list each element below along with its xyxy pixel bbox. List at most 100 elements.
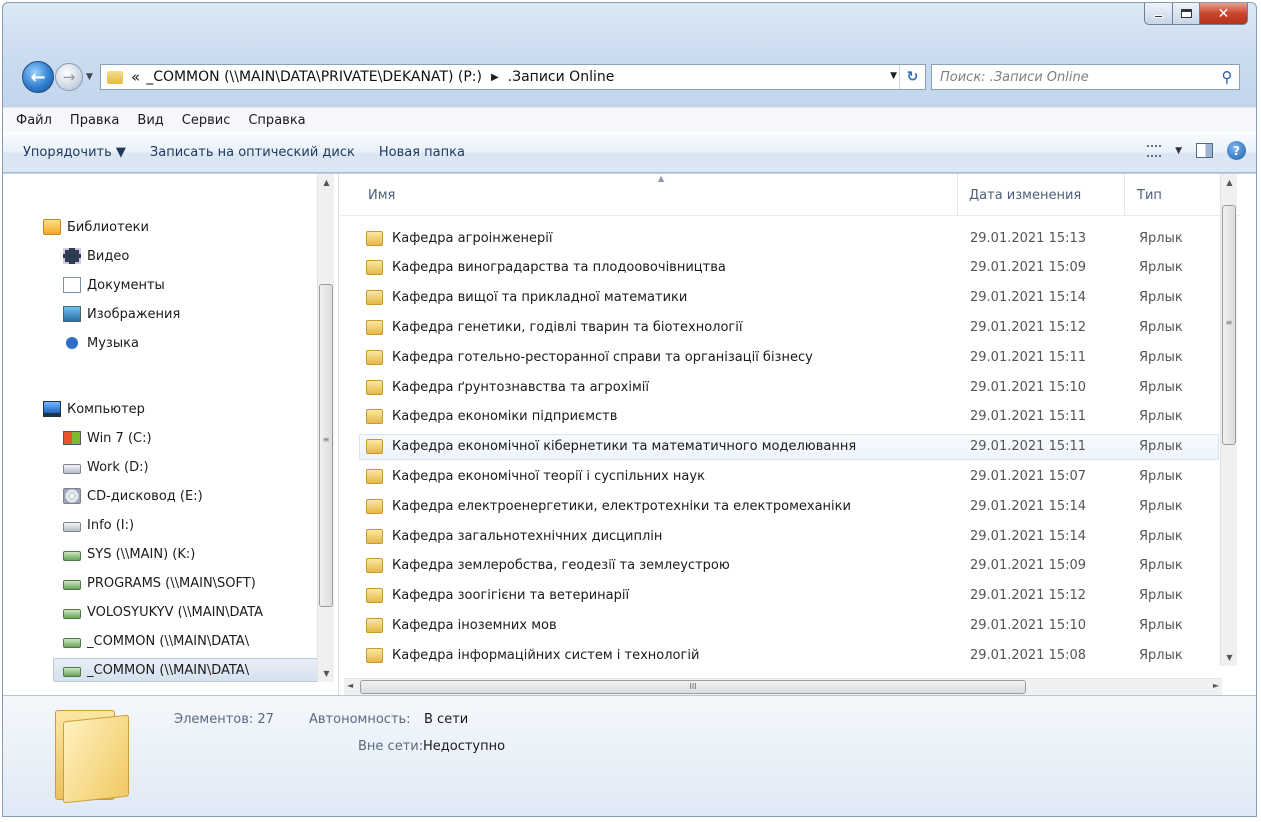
- column-header-name[interactable]: Имя: [368, 188, 395, 203]
- sidebar-item-documents[interactable]: Документы: [63, 273, 165, 297]
- sidebar-drive-k[interactable]: SYS (\\MAIN) (K:): [63, 542, 195, 566]
- file-name: Кафедра генетики, годівлі тварин та біот…: [392, 319, 743, 335]
- network-drive-icon: [63, 609, 81, 619]
- search-icon[interactable]: ⚲: [1215, 68, 1239, 86]
- folder-preview-icon: [49, 710, 135, 804]
- organize-button[interactable]: Упорядочить ▼: [11, 145, 138, 160]
- scroll-left-icon[interactable]: ◄: [347, 681, 353, 690]
- new-folder-button[interactable]: Новая папка: [367, 145, 477, 160]
- file-date: 29.01.2021 15:14: [970, 290, 1087, 306]
- burn-to-disc-button[interactable]: Записать на оптический диск: [138, 145, 367, 160]
- address-bar[interactable]: « _COMMON (\\MAIN\DATA\PRIVATE\DEKANAT) …: [100, 64, 926, 90]
- sidebar-drive-i[interactable]: Info (I:): [63, 513, 134, 537]
- recent-pages-dropdown[interactable]: ▼: [86, 72, 93, 82]
- cd-drive-icon: [63, 488, 81, 504]
- close-button[interactable]: ✕: [1200, 3, 1248, 25]
- file-row[interactable]: Кафедра генетики, годівлі тварин та біот…: [360, 314, 1220, 340]
- sidebar-drive-c[interactable]: Win 7 (C:): [63, 426, 152, 450]
- scroll-up-icon[interactable]: ▲: [1221, 178, 1238, 187]
- documents-icon: [63, 277, 81, 293]
- horizontal-scrollbar[interactable]: ◄ III ►: [344, 678, 1222, 695]
- folder-shortcut-icon: [366, 409, 383, 425]
- breadcrumb-arrow-icon[interactable]: ▶: [491, 72, 499, 83]
- file-row[interactable]: Кафедра економіки підприємств 29.01.2021 …: [360, 404, 1220, 430]
- sidebar-drive-programs[interactable]: PROGRAMS (\\MAIN\SOFT): [63, 571, 256, 595]
- nav-pane-scroll-thumb[interactable]: ≡: [319, 284, 333, 607]
- scroll-down-icon[interactable]: ▼: [318, 669, 335, 678]
- file-type: Ярлык: [1139, 617, 1183, 633]
- file-date: 29.01.2021 15:14: [970, 528, 1087, 544]
- file-row[interactable]: Кафедра зоогігієни та ветеринарії 29.01.2…: [360, 583, 1220, 609]
- nav-pane-scrollbar[interactable]: ▲ ≡ ▼: [317, 174, 334, 682]
- file-row[interactable]: Кафедра готельно-ресторанної справи та о…: [360, 344, 1220, 370]
- breadcrumb-current-folder[interactable]: .Записи Online: [508, 69, 615, 85]
- file-row[interactable]: Кафедра вищої та прикладної математики 29…: [360, 285, 1220, 311]
- file-row[interactable]: Кафедра агроінженерії 29.01.2021 15:13 Ярл…: [360, 225, 1220, 251]
- sidebar-item-images[interactable]: Изображения: [63, 302, 180, 326]
- column-divider[interactable]: [1124, 174, 1125, 216]
- file-row[interactable]: Кафедра ґрунтознавства та агрохімії 29.01…: [360, 374, 1220, 400]
- horizontal-scroll-thumb[interactable]: III: [360, 680, 1026, 694]
- search-input[interactable]: [932, 69, 1215, 85]
- back-button[interactable]: ←: [22, 61, 54, 93]
- menu-bar: Файл Правка Вид Сервис Справка: [3, 107, 1256, 132]
- change-view-icon[interactable]: [1147, 144, 1162, 157]
- offline-availability-label: Вне сети:: [358, 739, 424, 754]
- navigation-row: ← → ▼ « _COMMON (\\MAIN\DATA\PRIVATE\DEK…: [3, 58, 1256, 98]
- address-dropdown-icon[interactable]: ▼: [890, 71, 897, 81]
- file-row[interactable]: Кафедра іноземних мов 29.01.2021 15:10 Ярл…: [360, 612, 1220, 638]
- file-name: Кафедра землеробства, геодезії та землеу…: [392, 558, 730, 574]
- sidebar-drive-common-2[interactable]: _COMMON (\\MAIN\DATA\: [53, 658, 319, 682]
- sidebar-drive-volosyukyv[interactable]: VOLOSYUKYV (\\MAIN\DATA: [63, 600, 263, 624]
- menu-file[interactable]: Файл: [7, 113, 61, 128]
- scroll-right-icon[interactable]: ►: [1213, 681, 1219, 690]
- sidebar-computer[interactable]: Компьютер: [43, 397, 145, 421]
- preview-pane-icon[interactable]: [1196, 143, 1213, 158]
- help-icon[interactable]: ?: [1227, 141, 1246, 160]
- file-name: Кафедра економічної кібернетики та матем…: [392, 439, 857, 455]
- view-dropdown-icon[interactable]: ▼: [1175, 146, 1182, 156]
- close-icon: ✕: [1217, 5, 1230, 22]
- search-box[interactable]: ⚲: [931, 64, 1240, 90]
- menu-tools[interactable]: Сервис: [173, 113, 240, 128]
- file-date: 29.01.2021 15:13: [970, 230, 1087, 246]
- file-list-scrollbar[interactable]: ▲ ≡ ▼: [1220, 174, 1237, 666]
- folder-shortcut-icon: [366, 617, 383, 633]
- sidebar-item-music[interactable]: Музыка: [63, 331, 139, 355]
- scroll-up-icon[interactable]: ▲: [318, 178, 335, 187]
- sidebar-item-video[interactable]: Видео: [63, 244, 129, 268]
- sidebar-libraries[interactable]: Библиотеки: [43, 215, 149, 239]
- file-row[interactable]: Кафедра землеробства, геодезії та землеу…: [360, 553, 1220, 579]
- file-row[interactable]: Кафедра електроенергетики, електротехнік…: [360, 493, 1220, 519]
- sidebar-drive-e[interactable]: CD-дисковод (E:): [63, 484, 203, 508]
- column-header-type[interactable]: Тип: [1137, 188, 1162, 203]
- images-icon: [63, 306, 81, 322]
- breadcrumb-drive[interactable]: _COMMON (\\MAIN\DATA\PRIVATE\DEKANAT) (P…: [146, 69, 482, 85]
- minimize-icon: [1154, 15, 1163, 18]
- folder-front: [63, 714, 129, 804]
- menu-help[interactable]: Справка: [239, 113, 314, 128]
- scroll-down-icon[interactable]: ▼: [1221, 653, 1238, 662]
- address-overflow-chevron[interactable]: «: [131, 68, 140, 86]
- file-row[interactable]: Кафедра економічної теорії і суспільних …: [360, 463, 1220, 489]
- file-row[interactable]: Кафедра виноградарства та плодоовочівниц…: [360, 255, 1220, 281]
- maximize-icon: [1180, 9, 1192, 18]
- file-row[interactable]: Кафедра загальнотехнічних дисциплін 29.01…: [360, 523, 1220, 549]
- menu-view[interactable]: Вид: [128, 113, 172, 128]
- folder-shortcut-icon: [366, 349, 383, 365]
- offline-status-value: В сети: [424, 712, 469, 727]
- file-row[interactable]: Кафедра економічної кібернетики та матем…: [359, 433, 1219, 460]
- sidebar-drive-d[interactable]: Work (D:): [63, 455, 149, 479]
- file-list-scroll-thumb[interactable]: ≡: [1222, 205, 1236, 445]
- forward-button[interactable]: →: [55, 63, 83, 91]
- file-date: 29.01.2021 15:14: [970, 498, 1087, 514]
- explorer-window: ✕ ← → ▼ « _COMMON (\\MAIN\DATA\PRIVATE\D…: [2, 2, 1257, 817]
- maximize-button[interactable]: [1173, 3, 1200, 25]
- refresh-button[interactable]: ↻: [899, 65, 925, 89]
- menu-edit[interactable]: Правка: [61, 113, 128, 128]
- minimize-button[interactable]: [1144, 3, 1173, 25]
- column-divider[interactable]: [957, 174, 958, 216]
- sidebar-drive-common-1[interactable]: _COMMON (\\MAIN\DATA\: [63, 629, 249, 653]
- column-header-date[interactable]: Дата изменения: [969, 188, 1081, 203]
- file-row[interactable]: Кафедра інформаційних систем і технологі…: [360, 642, 1220, 668]
